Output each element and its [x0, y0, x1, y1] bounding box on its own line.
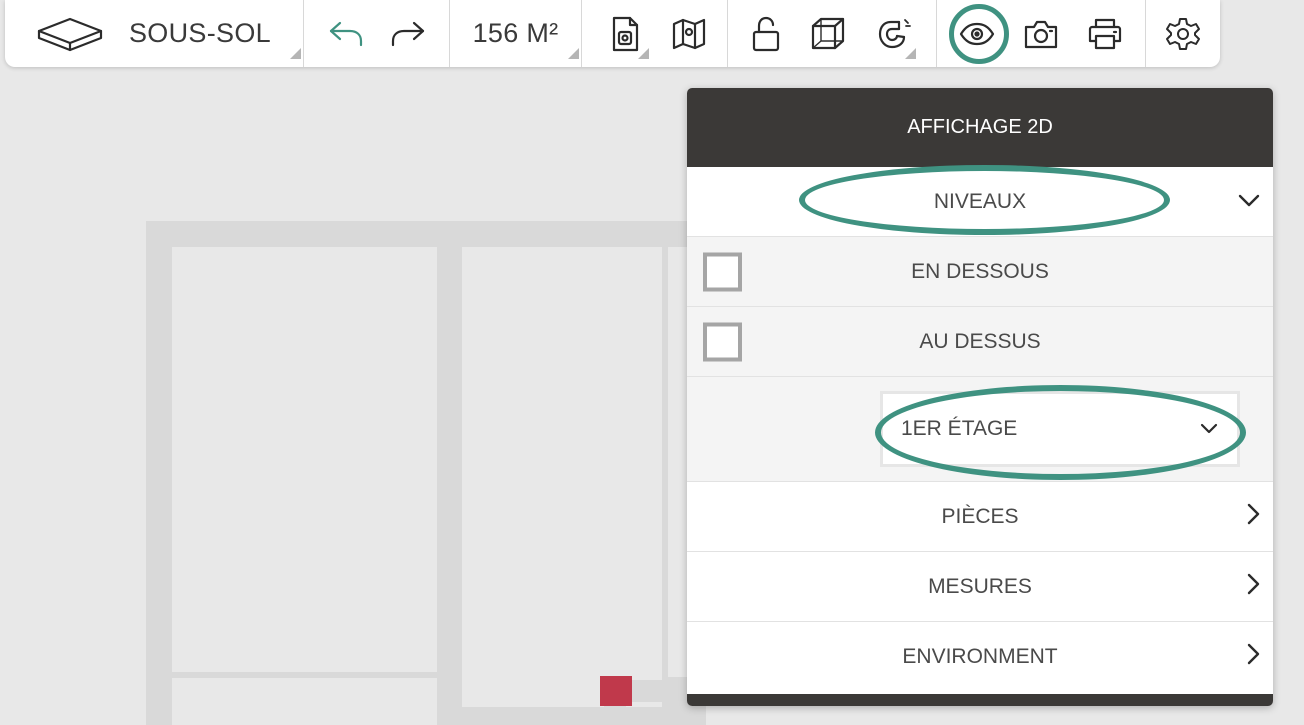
dropdown-corner-icon — [568, 48, 579, 59]
print-button[interactable] — [1085, 0, 1125, 67]
redo-button[interactable] — [388, 0, 428, 67]
map-icon — [671, 18, 707, 50]
chevron-right-icon — [1245, 572, 1261, 602]
chevron-down-icon — [1199, 417, 1219, 441]
unlock-icon — [751, 16, 781, 52]
floor-select-value: 1ER ÉTAGE — [901, 417, 1018, 440]
panel-title: AFFICHAGE 2D — [687, 88, 1273, 167]
rooms-section[interactable]: PIÈCES — [687, 482, 1273, 552]
eye-icon — [959, 22, 995, 46]
selected-point-marker[interactable] — [600, 676, 632, 706]
lock-button[interactable] — [748, 0, 784, 67]
cube-icon — [810, 16, 846, 52]
above-level-checkbox[interactable] — [703, 322, 742, 361]
measures-section[interactable]: MESURES — [687, 552, 1273, 622]
magnet-icon — [877, 17, 911, 51]
camera-button[interactable] — [1021, 0, 1061, 67]
view-options-button[interactable] — [957, 0, 997, 67]
map-button[interactable] — [669, 0, 709, 67]
level-label: SOUS-SOL — [129, 18, 271, 48]
output-group — [937, 0, 1146, 67]
document-icon — [610, 16, 640, 52]
level-group: SOUS-SOL — [5, 0, 304, 67]
printer-icon — [1087, 17, 1123, 51]
chevron-down-icon — [1237, 190, 1261, 214]
environment-label: ENVIRONMENT — [902, 645, 1058, 668]
levels-label: NIVEAUX — [933, 189, 1027, 213]
plan-wall — [632, 680, 692, 702]
area-group: 156 M² — [450, 0, 582, 67]
environment-section[interactable]: ENVIRONMENT — [687, 622, 1273, 692]
floor-select[interactable]: 1ER ÉTAGE — [880, 391, 1240, 467]
below-level-label: EN DESSOUS — [911, 259, 1049, 283]
camera-icon — [1023, 18, 1059, 50]
above-level-label: AU DESSUS — [919, 329, 1041, 353]
document-button[interactable] — [601, 0, 649, 67]
undo-icon — [328, 19, 364, 49]
tools-group — [728, 0, 937, 67]
chevron-right-icon — [1245, 642, 1261, 672]
documents-group — [582, 0, 728, 67]
rooms-label: PIÈCES — [941, 504, 1019, 528]
floor-select-row: 1ER ÉTAGE — [687, 377, 1273, 482]
area-label: 156 M² — [472, 18, 559, 48]
main-toolbar: SOUS-SOL 156 M² — [5, 0, 1220, 67]
floor-box-icon — [35, 14, 105, 54]
below-level-checkbox[interactable] — [703, 252, 742, 291]
gear-icon — [1165, 16, 1201, 52]
undo-button[interactable] — [326, 0, 366, 67]
dropdown-corner-icon — [637, 48, 649, 59]
plan-room — [172, 678, 437, 725]
level-selector-button[interactable]: SOUS-SOL — [5, 0, 303, 67]
plan-room — [462, 247, 662, 707]
below-level-row[interactable]: EN DESSOUS — [687, 237, 1273, 307]
levels-section-header[interactable]: NIVEAUX — [687, 167, 1273, 237]
panel-footer-bar — [687, 694, 1273, 706]
chevron-right-icon — [1245, 502, 1261, 532]
above-level-row[interactable]: AU DESSUS — [687, 307, 1273, 377]
display-2d-panel: AFFICHAGE 2D NIVEAUX EN DESSOUS AU DESSU… — [687, 88, 1273, 706]
3d-view-button[interactable] — [810, 0, 846, 67]
dropdown-corner-icon — [905, 48, 916, 59]
area-button[interactable]: 156 M² — [450, 0, 581, 67]
dropdown-corner-icon — [290, 48, 301, 59]
history-group — [304, 0, 450, 67]
settings-button[interactable] — [1161, 0, 1205, 67]
plan-room — [172, 247, 437, 672]
redo-icon — [390, 19, 426, 49]
settings-group — [1146, 0, 1220, 67]
magnet-button[interactable] — [872, 0, 916, 67]
measures-label: MESURES — [928, 574, 1032, 598]
